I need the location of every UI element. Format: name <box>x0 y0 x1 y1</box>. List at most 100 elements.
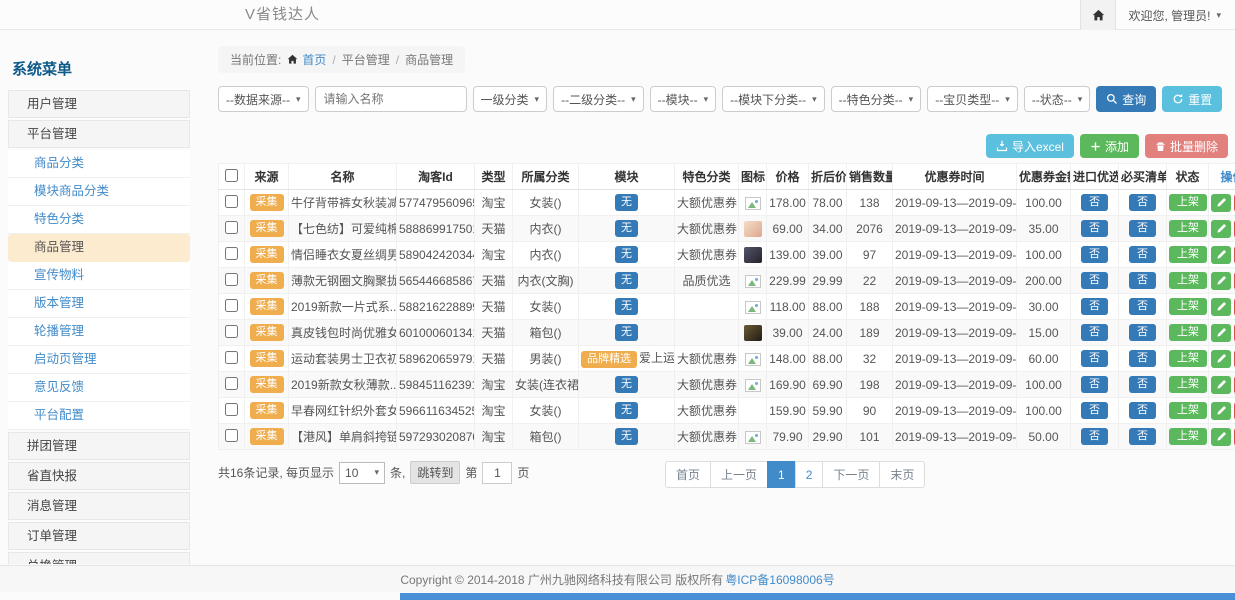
status-button[interactable]: 上架 <box>1169 324 1207 341</box>
sidebar-item-goods-category[interactable]: 商品分类 <box>8 150 190 178</box>
sidebar-item-exchange-management[interactable]: 兑换管理 <box>8 552 190 564</box>
edit-button[interactable] <box>1211 194 1231 212</box>
status-button[interactable]: 上架 <box>1169 350 1207 367</box>
must-buy-toggle[interactable]: 否 <box>1129 246 1156 263</box>
reset-button[interactable]: 重置 <box>1162 86 1222 112</box>
status-button[interactable]: 上架 <box>1169 272 1207 289</box>
batch-delete-button[interactable]: 批量删除 <box>1145 134 1228 158</box>
filter-select-level2-category[interactable]: --二级分类--▾ <box>553 86 644 112</box>
page-button-first[interactable]: 首页 <box>665 461 711 488</box>
name-search-input[interactable] <box>315 86 467 112</box>
must-buy-toggle[interactable]: 否 <box>1129 428 1156 445</box>
sidebar-item-feedback[interactable]: 意见反馈 <box>8 374 190 402</box>
must-buy-toggle[interactable]: 否 <box>1129 194 1156 211</box>
import-select-toggle[interactable]: 否 <box>1081 272 1108 289</box>
select-all-checkbox[interactable] <box>225 169 238 182</box>
import-select-toggle[interactable]: 否 <box>1081 220 1108 237</box>
cell-category: 女装() <box>513 294 579 320</box>
home-button[interactable] <box>1080 0 1116 30</box>
sidebar-item-goods-management[interactable]: 商品管理 <box>8 234 190 262</box>
filter-select-feature-category[interactable]: --特色分类--▾ <box>831 86 922 112</box>
filter-select-item-type[interactable]: --宝贝类型--▾ <box>927 86 1018 112</box>
must-buy-toggle[interactable]: 否 <box>1129 376 1156 393</box>
add-button[interactable]: 添加 <box>1080 134 1139 158</box>
filter-select-level1-category[interactable]: 一级分类▾ <box>473 86 548 112</box>
status-button[interactable]: 上架 <box>1169 298 1207 315</box>
cell-feature: 大额优惠券 <box>675 346 739 372</box>
cell-price: 148.00 <box>767 346 809 372</box>
status-button[interactable]: 上架 <box>1169 220 1207 237</box>
row-checkbox[interactable] <box>225 403 238 416</box>
status-button[interactable]: 上架 <box>1169 194 1207 211</box>
page-button-page-1[interactable]: 1 <box>767 461 796 488</box>
edit-button[interactable] <box>1211 220 1231 238</box>
edit-button[interactable] <box>1211 376 1231 394</box>
must-buy-toggle[interactable]: 否 <box>1129 298 1156 315</box>
page-button-last[interactable]: 末页 <box>879 461 925 488</box>
sidebar-item-order-management[interactable]: 订单管理 <box>8 522 190 550</box>
filter-select-data-source[interactable]: --数据来源--▾ <box>218 86 309 112</box>
status-button[interactable]: 上架 <box>1169 246 1207 263</box>
filter-select-module-subcategory[interactable]: --模块下分类--▾ <box>722 86 825 112</box>
edit-button[interactable] <box>1211 298 1231 316</box>
import-select-toggle[interactable]: 否 <box>1081 376 1108 393</box>
per-page-select[interactable]: 10 ▾ <box>339 462 385 484</box>
row-checkbox[interactable] <box>225 299 238 312</box>
import-select-toggle[interactable]: 否 <box>1081 324 1108 341</box>
must-buy-toggle[interactable]: 否 <box>1129 324 1156 341</box>
status-button[interactable]: 上架 <box>1169 402 1207 419</box>
user-menu[interactable]: 欢迎您, 管理员! ▾ <box>1116 7 1235 24</box>
import-select-toggle[interactable]: 否 <box>1081 402 1108 419</box>
jump-button[interactable]: 跳转到 <box>410 461 460 484</box>
row-checkbox[interactable] <box>225 325 238 338</box>
sidebar-item-promo-materials[interactable]: 宣传物料 <box>8 262 190 290</box>
page-button-prev[interactable]: 上一页 <box>710 461 768 488</box>
filter-select-status[interactable]: --状态--▾ <box>1024 86 1091 112</box>
search-button[interactable]: 查询 <box>1096 86 1156 112</box>
must-buy-toggle[interactable]: 否 <box>1129 272 1156 289</box>
row-checkbox[interactable] <box>225 195 238 208</box>
breadcrumb-home-link[interactable]: 首页 <box>302 51 326 68</box>
sidebar-item-express-news[interactable]: 省直快报 <box>8 462 190 490</box>
sidebar-item-module-goods-category[interactable]: 模块商品分类 <box>8 178 190 206</box>
row-checkbox[interactable] <box>225 247 238 260</box>
sidebar-item-splash-management[interactable]: 启动页管理 <box>8 346 190 374</box>
import-excel-button[interactable]: 导入excel <box>986 134 1074 158</box>
sidebar-menu: 用户管理平台管理商品分类模块商品分类特色分类商品管理宣传物料版本管理轮播管理启动… <box>8 90 190 564</box>
page-button-page-2[interactable]: 2 <box>795 461 824 488</box>
sidebar-item-platform-management[interactable]: 平台管理 <box>8 120 190 148</box>
icp-link[interactable]: 粤ICP备16098006号 <box>725 571 834 588</box>
filter-select-module[interactable]: --模块--▾ <box>650 86 717 112</box>
sidebar-item-carousel-management[interactable]: 轮播管理 <box>8 318 190 346</box>
import-select-toggle[interactable]: 否 <box>1081 428 1108 445</box>
import-select-toggle[interactable]: 否 <box>1081 350 1108 367</box>
sidebar-item-feature-category[interactable]: 特色分类 <box>8 206 190 234</box>
jump-page-input[interactable] <box>482 462 512 484</box>
sidebar-item-groupbuy-management[interactable]: 拼团管理 <box>8 432 190 460</box>
row-checkbox[interactable] <box>225 221 238 234</box>
sidebar-item-message-management[interactable]: 消息管理 <box>8 492 190 520</box>
cell-sales: 97 <box>847 242 893 268</box>
sidebar-item-platform-config[interactable]: 平台配置 <box>8 402 190 430</box>
must-buy-toggle[interactable]: 否 <box>1129 402 1156 419</box>
import-select-toggle[interactable]: 否 <box>1081 298 1108 315</box>
sidebar-item-version-management[interactable]: 版本管理 <box>8 290 190 318</box>
edit-button[interactable] <box>1211 272 1231 290</box>
edit-button[interactable] <box>1211 350 1231 368</box>
edit-button[interactable] <box>1211 402 1231 420</box>
row-checkbox[interactable] <box>225 377 238 390</box>
row-checkbox[interactable] <box>225 273 238 286</box>
row-checkbox[interactable] <box>225 351 238 364</box>
status-button[interactable]: 上架 <box>1169 376 1207 393</box>
edit-button[interactable] <box>1211 324 1231 342</box>
import-select-toggle[interactable]: 否 <box>1081 194 1108 211</box>
row-checkbox[interactable] <box>225 429 238 442</box>
edit-button[interactable] <box>1211 428 1231 446</box>
must-buy-toggle[interactable]: 否 <box>1129 350 1156 367</box>
status-button[interactable]: 上架 <box>1169 428 1207 445</box>
sidebar-item-user-management[interactable]: 用户管理 <box>8 90 190 118</box>
import-select-toggle[interactable]: 否 <box>1081 246 1108 263</box>
page-button-next[interactable]: 下一页 <box>822 461 880 488</box>
edit-button[interactable] <box>1211 246 1231 264</box>
must-buy-toggle[interactable]: 否 <box>1129 220 1156 237</box>
